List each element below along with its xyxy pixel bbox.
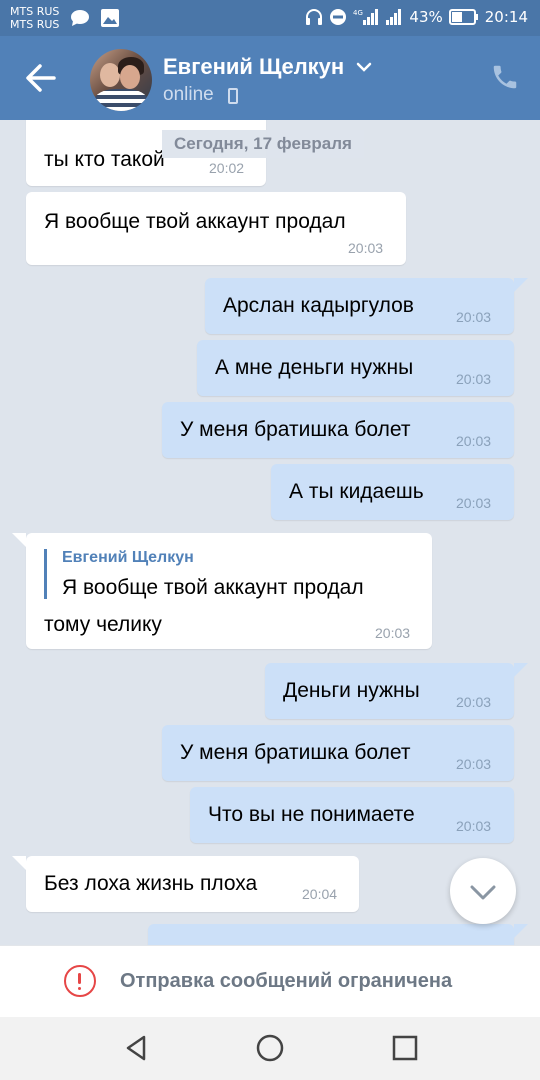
restriction-text: Отправка сообщений ограничена <box>120 970 453 992</box>
system-nav-bar <box>0 1017 540 1080</box>
message-text: Арслан кадыргулов <box>223 294 414 317</box>
avatar-person-2 <box>120 65 140 89</box>
message-incoming[interactable]: Без лоха жизнь плоха 20:04 <box>12 856 359 912</box>
message-text: А мне деньги нужны <box>215 356 414 379</box>
mobile-phone-icon <box>228 88 238 104</box>
avatar[interactable] <box>90 49 152 111</box>
message-time: 20:03 <box>456 756 492 772</box>
messaging-restricted-bar: Отправка сообщений ограничена <box>0 945 540 1017</box>
message-time: 20:03 <box>348 240 384 256</box>
date-separator: Сегодня, 17 февраля <box>162 130 364 158</box>
chevron-down-icon[interactable] <box>356 62 372 72</box>
message-text-line1: Я вообще твой аккаунт продал <box>62 576 364 599</box>
back-arrow-icon[interactable] <box>22 60 62 96</box>
carrier-labels: MTS RUS MTS RUS <box>10 5 59 31</box>
contact-status: online <box>163 84 214 105</box>
message-time: 20:03 <box>456 818 492 834</box>
warning-circle-icon <box>64 965 96 997</box>
scroll-to-bottom-button[interactable] <box>450 858 516 924</box>
message-text: Я вообще твой аккаунт продал <box>44 210 346 233</box>
message-list[interactable]: ты кто такой 20:02 Сегодня, 17 февраля Я… <box>0 120 540 945</box>
home-circle-icon[interactable] <box>253 1031 287 1065</box>
message-outgoing[interactable]: У меня братишка болет 20:03 <box>162 402 514 458</box>
message-time: 20:04 <box>302 886 338 902</box>
headphones-icon <box>306 9 323 25</box>
bubble-tail <box>514 663 528 677</box>
battery-icon <box>448 9 478 25</box>
message-outgoing[interactable]: Что вы не понимаете 20:03 <box>190 787 514 843</box>
message-incoming[interactable]: Я вообще твой аккаунт продал 20:03 <box>26 192 406 265</box>
message-text: Деньги нужны <box>283 679 420 702</box>
quote-author[interactable]: Евгений Щелкун <box>62 549 194 567</box>
carrier-2: MTS RUS <box>10 18 60 31</box>
bubble-tail <box>514 924 528 938</box>
message-text-line2: тому челику <box>44 613 162 636</box>
message-time: 20:03 <box>456 694 492 710</box>
message-text: ты кто такой <box>44 148 165 171</box>
bubble-tail <box>514 278 528 292</box>
avatar-person-1 <box>100 63 120 87</box>
message-outgoing-partial[interactable] <box>148 924 528 945</box>
message-time: 20:03 <box>456 309 492 325</box>
message-text: Что вы не понимаете <box>208 803 415 826</box>
message-text: У меня братишка болет <box>180 418 411 441</box>
carrier-1: MTS RUS <box>10 5 60 18</box>
avatar-shirt <box>94 89 148 111</box>
message-text: А ты кидаешь <box>289 480 424 503</box>
message-text: Без лоха жизнь плоха <box>44 872 258 895</box>
do-not-disturb-icon <box>330 9 347 25</box>
message-outgoing[interactable]: Арслан кадыргулов 20:03 <box>205 278 528 334</box>
phone-call-icon[interactable] <box>490 62 520 92</box>
status-bar: MTS RUS MTS RUS 4G 43% 20:14 <box>0 0 540 36</box>
message-outgoing[interactable]: А ты кидаешь 20:03 <box>271 464 514 520</box>
signal-4g-icon: 4G <box>353 9 379 25</box>
clock: 20:14 <box>484 8 528 26</box>
message-outgoing[interactable]: Деньги нужны 20:03 <box>265 663 528 719</box>
quote-bar <box>44 549 47 599</box>
message-outgoing[interactable]: У меня братишка болет 20:03 <box>162 725 514 781</box>
message-text: У меня братишка болет <box>180 741 411 764</box>
chevron-down-icon <box>470 885 496 900</box>
message-incoming-reply[interactable]: Евгений Щелкун Я вообще твой аккаунт про… <box>12 533 432 649</box>
chat-header: Евгений Щелкун online <box>0 36 540 120</box>
recents-square-icon[interactable] <box>388 1031 422 1065</box>
message-outgoing[interactable]: А мне деньги нужны 20:03 <box>197 340 514 396</box>
image-icon <box>101 9 119 27</box>
message-time: 20:03 <box>456 433 492 449</box>
message-time: 20:02 <box>209 160 245 176</box>
bubble-tail <box>12 856 26 870</box>
message-time: 20:03 <box>375 625 411 641</box>
bubble-tail <box>12 533 26 547</box>
message-time: 20:03 <box>456 371 492 387</box>
back-triangle-icon[interactable] <box>120 1031 154 1065</box>
contact-name[interactable]: Евгений Щелкун <box>163 54 344 80</box>
svg-text:4G: 4G <box>353 9 363 17</box>
message-time: 20:03 <box>456 495 492 511</box>
battery-percent: 43% <box>409 8 443 26</box>
status-right: 4G 43% 20:14 <box>305 8 528 26</box>
chat-bubble-icon <box>71 10 89 26</box>
signal-icon <box>386 9 402 25</box>
